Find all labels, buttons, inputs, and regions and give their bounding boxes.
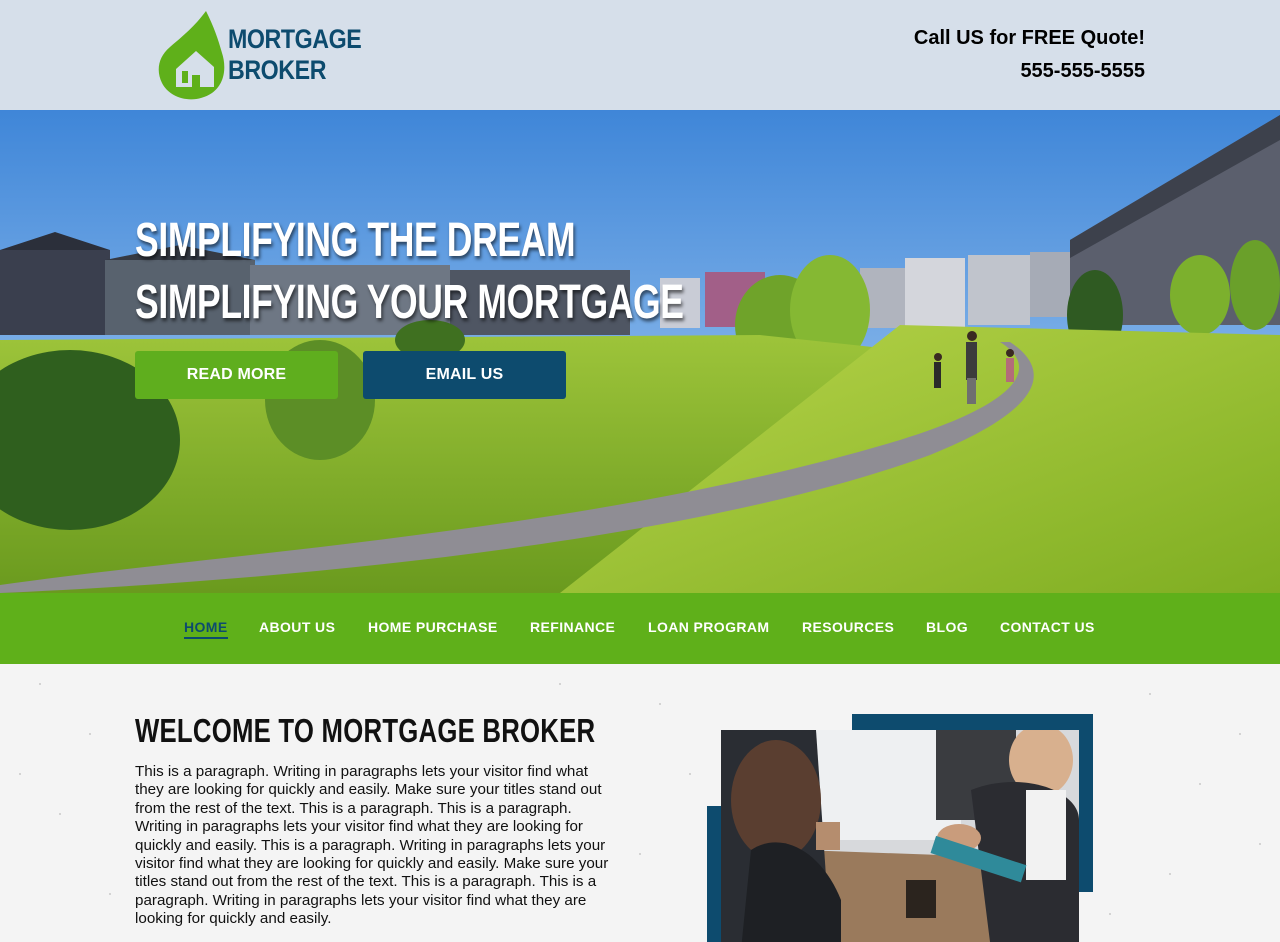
handshake-photo [721,730,1079,942]
site-header: MORTGAGE BROKER Call US for FREE Quote! … [0,0,1280,110]
house-drop-logo-icon [156,9,226,101]
call-us-text: Call US for FREE Quote! [913,27,1145,49]
nav-item-resources[interactable]: RESOURCES [802,619,894,635]
hero-title: SIMPLIFYING THE DREAM SIMPLIFYING YOUR M… [135,210,684,334]
hero-title-line1: SIMPLIFYING THE DREAM [135,214,576,267]
hero-banner: SIMPLIFYING THE DREAM SIMPLIFYING YOUR M… [0,110,1280,593]
call-us-block: Call US for FREE Quote! 555-555-5555 [914,26,1145,83]
nav-item-home-purchase[interactable]: HOME PURCHASE [368,619,498,635]
email-us-button[interactable]: EMAIL US [363,351,566,399]
nav-item-refinance[interactable]: REFINANCE [530,619,615,635]
logo-line1: MORTGAGE [228,24,362,54]
phone-number[interactable]: 555-555-5555 [914,59,1145,83]
site-logo[interactable]: MORTGAGE BROKER [156,8,362,102]
welcome-heading: WELCOME TO MORTGAGE BROKER [135,712,596,749]
nav-item-contact-us[interactable]: CONTACT US [1000,619,1095,635]
nav-item-home[interactable]: HOME [184,619,228,639]
nav-item-blog[interactable]: BLOG [926,619,968,635]
read-more-button[interactable]: READ MORE [135,351,338,399]
nav-item-loan-program[interactable]: LOAN PROGRAM [648,619,769,635]
main-nav: HOME ABOUT US HOME PURCHASE REFINANCE LO… [0,593,1280,664]
hero-title-line2: SIMPLIFYING YOUR MORTGAGE [135,276,684,329]
nav-item-about-us[interactable]: ABOUT US [259,619,335,635]
welcome-section: WELCOME TO MORTGAGE BROKER This is a par… [0,664,1280,942]
logo-line2: BROKER [228,55,327,85]
welcome-paragraph: This is a paragraph. Writing in paragrap… [135,763,609,928]
